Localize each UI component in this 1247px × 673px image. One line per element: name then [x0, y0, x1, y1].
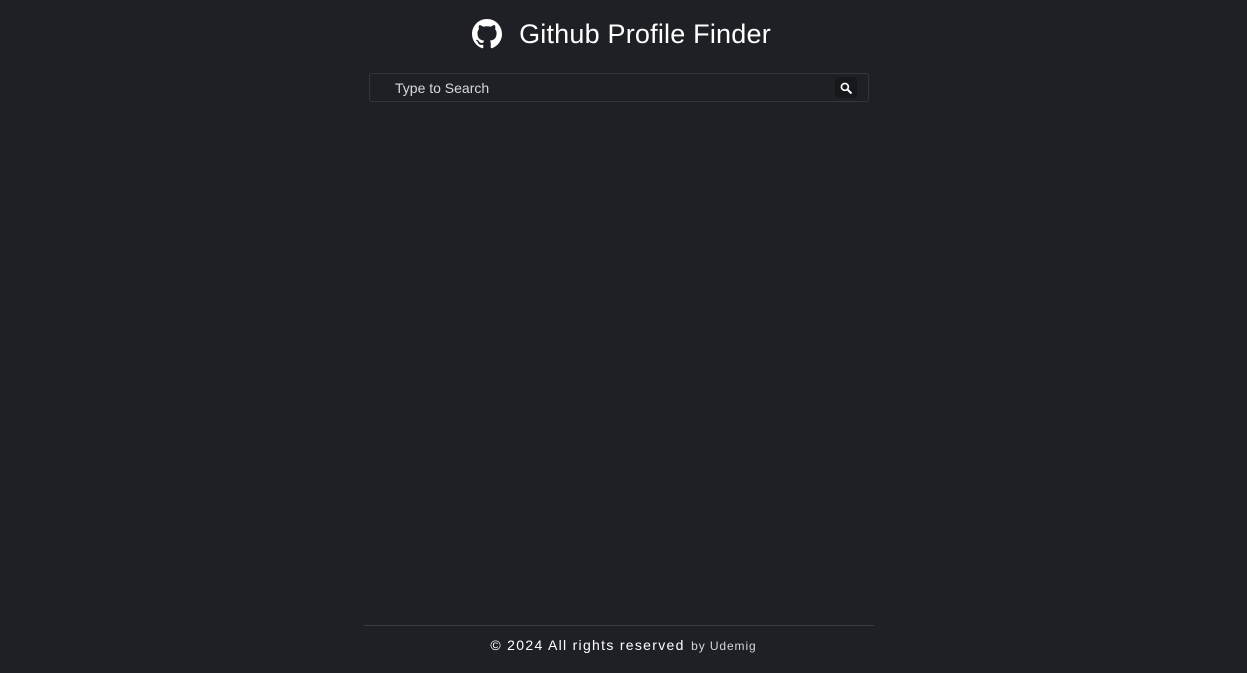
search-input[interactable]	[395, 74, 825, 101]
footer: © 2024 All rights reserved by Udemig	[0, 637, 1247, 655]
search-button[interactable]	[835, 77, 857, 98]
search-icon	[840, 82, 852, 94]
github-icon	[470, 17, 504, 51]
search-bar	[369, 73, 869, 102]
page: Github Profile Finder © 2024 All rights …	[0, 0, 1247, 673]
header: Github Profile Finder	[0, 14, 1247, 54]
footer-copyright: © 2024 All rights reserved	[490, 637, 685, 653]
footer-author: by Udemig	[691, 639, 757, 653]
footer-divider	[364, 625, 874, 626]
page-title: Github Profile Finder	[519, 18, 771, 49]
